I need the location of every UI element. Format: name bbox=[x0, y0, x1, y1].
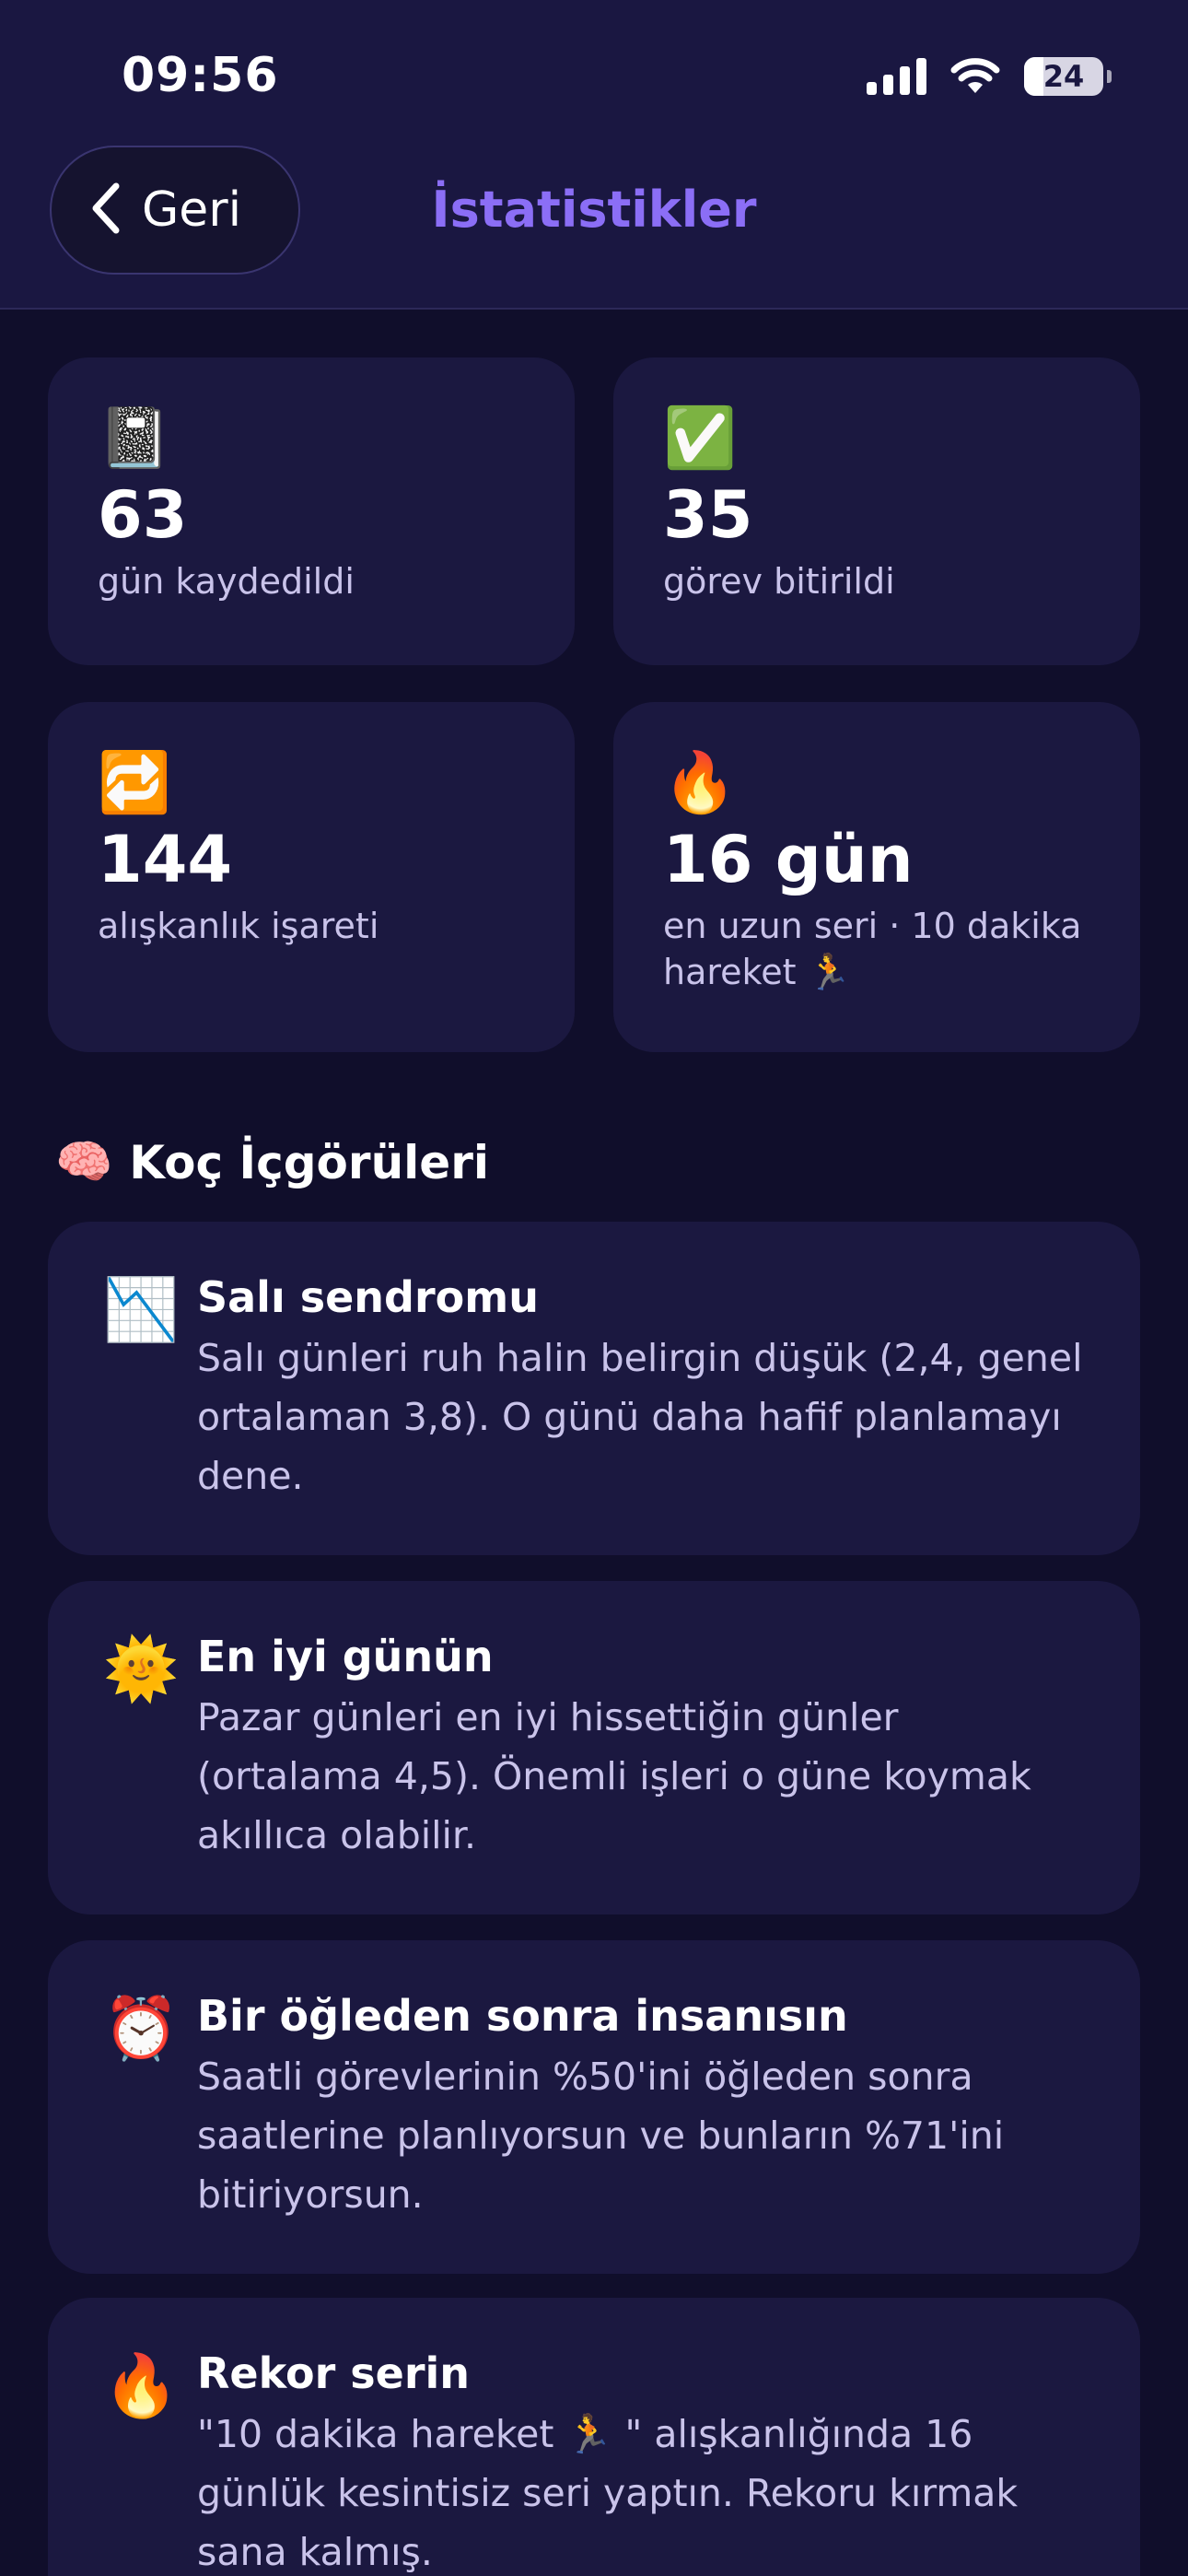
repeat-icon: 🔁 bbox=[98, 749, 171, 817]
stat-value: 35 bbox=[663, 477, 753, 553]
notebook-icon: 📓 bbox=[98, 404, 171, 473]
wifi-icon bbox=[950, 58, 1000, 95]
insight-text: Salı günleri ruh halin belirgin düşük (2… bbox=[197, 1336, 1083, 1498]
stat-card-tasks-completed: ✅ 35 görev bitirildi bbox=[613, 357, 1140, 665]
fire-icon: 🔥 bbox=[103, 2350, 180, 2421]
insight-title: Salı sendromu bbox=[197, 1272, 539, 1322]
battery-nub bbox=[1107, 70, 1112, 83]
page-title: İstatistikler bbox=[431, 181, 757, 239]
header: 09:56 24 Geri İstatistikler bbox=[0, 0, 1188, 310]
stat-label: en uzun seri · 10 dakika hareket 🏃 bbox=[663, 906, 1082, 992]
insight-text: Saatli görevlerinin %50'ini öğleden sonr… bbox=[197, 2055, 1005, 2217]
stat-card-days-logged: 📓 63 gün kaydedildi bbox=[48, 357, 575, 665]
insight-card: 🔥 Rekor serin "10 dakika hareket 🏃 " alı… bbox=[48, 2298, 1140, 2576]
status-time: 09:56 bbox=[122, 48, 279, 103]
stat-label: görev bitirildi bbox=[663, 561, 895, 602]
stat-label: alışkanlık işareti bbox=[98, 906, 379, 946]
stat-value: 63 bbox=[98, 477, 188, 553]
cellular-signal-icon bbox=[867, 58, 926, 95]
brain-icon: 🧠 bbox=[55, 1135, 113, 1188]
stat-value: 144 bbox=[98, 822, 233, 897]
insight-body: Bir öğleden sonra insanısın Saatli görev… bbox=[197, 1988, 1085, 2274]
insight-card: 🌞 En iyi günün Pazar günleri en iyi hiss… bbox=[48, 1581, 1140, 1914]
statistics-screen: 09:56 24 Geri İstatistikler 📓 63 gün kay… bbox=[0, 0, 1188, 2576]
stat-card-habit-checks: 🔁 144 alışkanlık işareti bbox=[48, 702, 575, 1052]
battery-icon: 24 bbox=[1024, 57, 1112, 96]
insight-text: "10 dakika hareket 🏃 " alışkanlığında 16… bbox=[197, 2412, 1019, 2574]
fire-icon: 🔥 bbox=[663, 749, 737, 817]
status-icons: 24 bbox=[867, 57, 1112, 96]
section-title-text: Koç İçgörüleri bbox=[129, 1135, 490, 1189]
insight-body: Salı sendromu Salı günleri ruh halin bel… bbox=[197, 1270, 1085, 1555]
stat-label: gün kaydedildi bbox=[98, 561, 355, 602]
insight-body: Rekor serin "10 dakika hareket 🏃 " alışk… bbox=[197, 2346, 1085, 2576]
insight-card: ⏰ Bir öğleden sonra insanısın Saatli gör… bbox=[48, 1940, 1140, 2274]
battery-percentage: 24 bbox=[1042, 59, 1085, 94]
stat-card-longest-streak: 🔥 16 gün en uzun seri · 10 dakika hareke… bbox=[613, 702, 1140, 1052]
stat-value: 16 gün bbox=[663, 822, 914, 897]
sun-face-icon: 🌞 bbox=[103, 1633, 180, 1704]
insight-title: Rekor serin bbox=[197, 2348, 471, 2398]
insights-section-title: 🧠 Koç İçgörüleri bbox=[55, 1135, 489, 1189]
insight-title: En iyi günün bbox=[197, 1632, 494, 1681]
insight-body: En iyi günün Pazar günleri en iyi hisset… bbox=[197, 1629, 1085, 1914]
chart-decreasing-icon: 📉 bbox=[103, 1274, 180, 1345]
insight-text: Pazar günleri en iyi hissettiğin günler … bbox=[197, 1695, 1031, 1857]
insight-title: Bir öğleden sonra insanısın bbox=[197, 1991, 848, 2041]
alarm-clock-icon: ⏰ bbox=[103, 1993, 180, 2064]
battery-level-fill bbox=[1024, 57, 1043, 96]
check-mark-icon: ✅ bbox=[663, 404, 737, 473]
insight-card: 📉 Salı sendromu Salı günleri ruh halin b… bbox=[48, 1222, 1140, 1555]
